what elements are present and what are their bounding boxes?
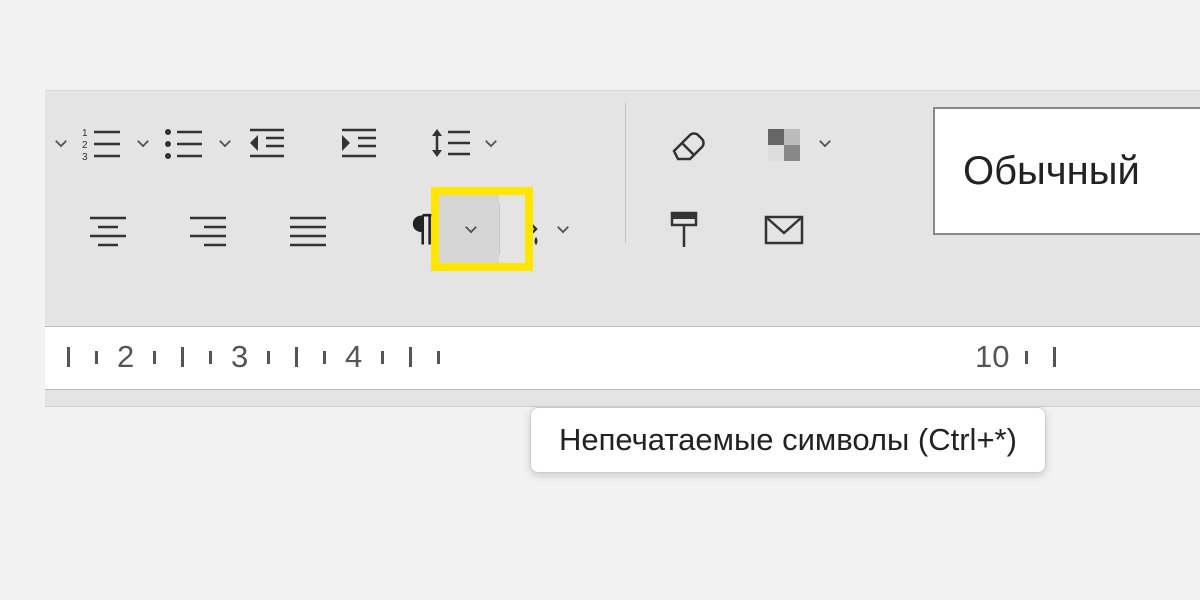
decrease-indent-icon[interactable]	[237, 115, 295, 171]
chevron-down-icon[interactable]	[213, 123, 237, 163]
toolbar-separator	[625, 103, 626, 243]
svg-text:1: 1	[82, 128, 88, 139]
highlight-box-dropdown	[499, 187, 533, 271]
tooltip: Непечатаемые символы (Ctrl+*)	[530, 407, 1046, 473]
align-justify-icon[interactable]	[279, 201, 337, 257]
svg-text:3: 3	[82, 152, 88, 163]
format-paint-icon[interactable]	[657, 201, 715, 257]
eraser-icon[interactable]	[657, 115, 715, 171]
chevron-down-icon[interactable]	[479, 123, 503, 163]
ruler-label: 3	[231, 339, 248, 375]
ruler-label: 2	[117, 339, 134, 375]
mail-merge-icon[interactable]	[755, 201, 813, 257]
numbered-list-icon[interactable]: 1 2 3	[73, 115, 131, 171]
chevron-down-icon[interactable]	[551, 209, 575, 249]
chevron-down-icon[interactable]	[49, 123, 73, 163]
chevron-down-icon[interactable]	[813, 123, 837, 163]
svg-text:2: 2	[82, 140, 88, 151]
color-theme-icon[interactable]	[755, 115, 813, 171]
horizontal-ruler[interactable]: 2 3 4 10	[45, 326, 1200, 390]
align-center-icon[interactable]	[79, 201, 137, 257]
ruler-label: 10	[975, 339, 1009, 375]
align-right-icon[interactable]	[179, 201, 237, 257]
ruler-label: 4	[345, 339, 362, 375]
bulleted-list-icon[interactable]	[155, 115, 213, 171]
increase-indent-icon[interactable]	[329, 115, 387, 171]
formatting-marks-button[interactable]	[397, 201, 445, 257]
formatting-marks-dropdown[interactable]	[459, 201, 483, 257]
chevron-down-icon[interactable]	[131, 123, 155, 163]
paragraph-style-label: Обычный	[963, 149, 1140, 194]
paragraph-style-selector[interactable]: Обычный	[933, 107, 1200, 235]
tooltip-text: Непечатаемые символы (Ctrl+*)	[559, 422, 1017, 457]
line-spacing-icon[interactable]	[421, 115, 479, 171]
